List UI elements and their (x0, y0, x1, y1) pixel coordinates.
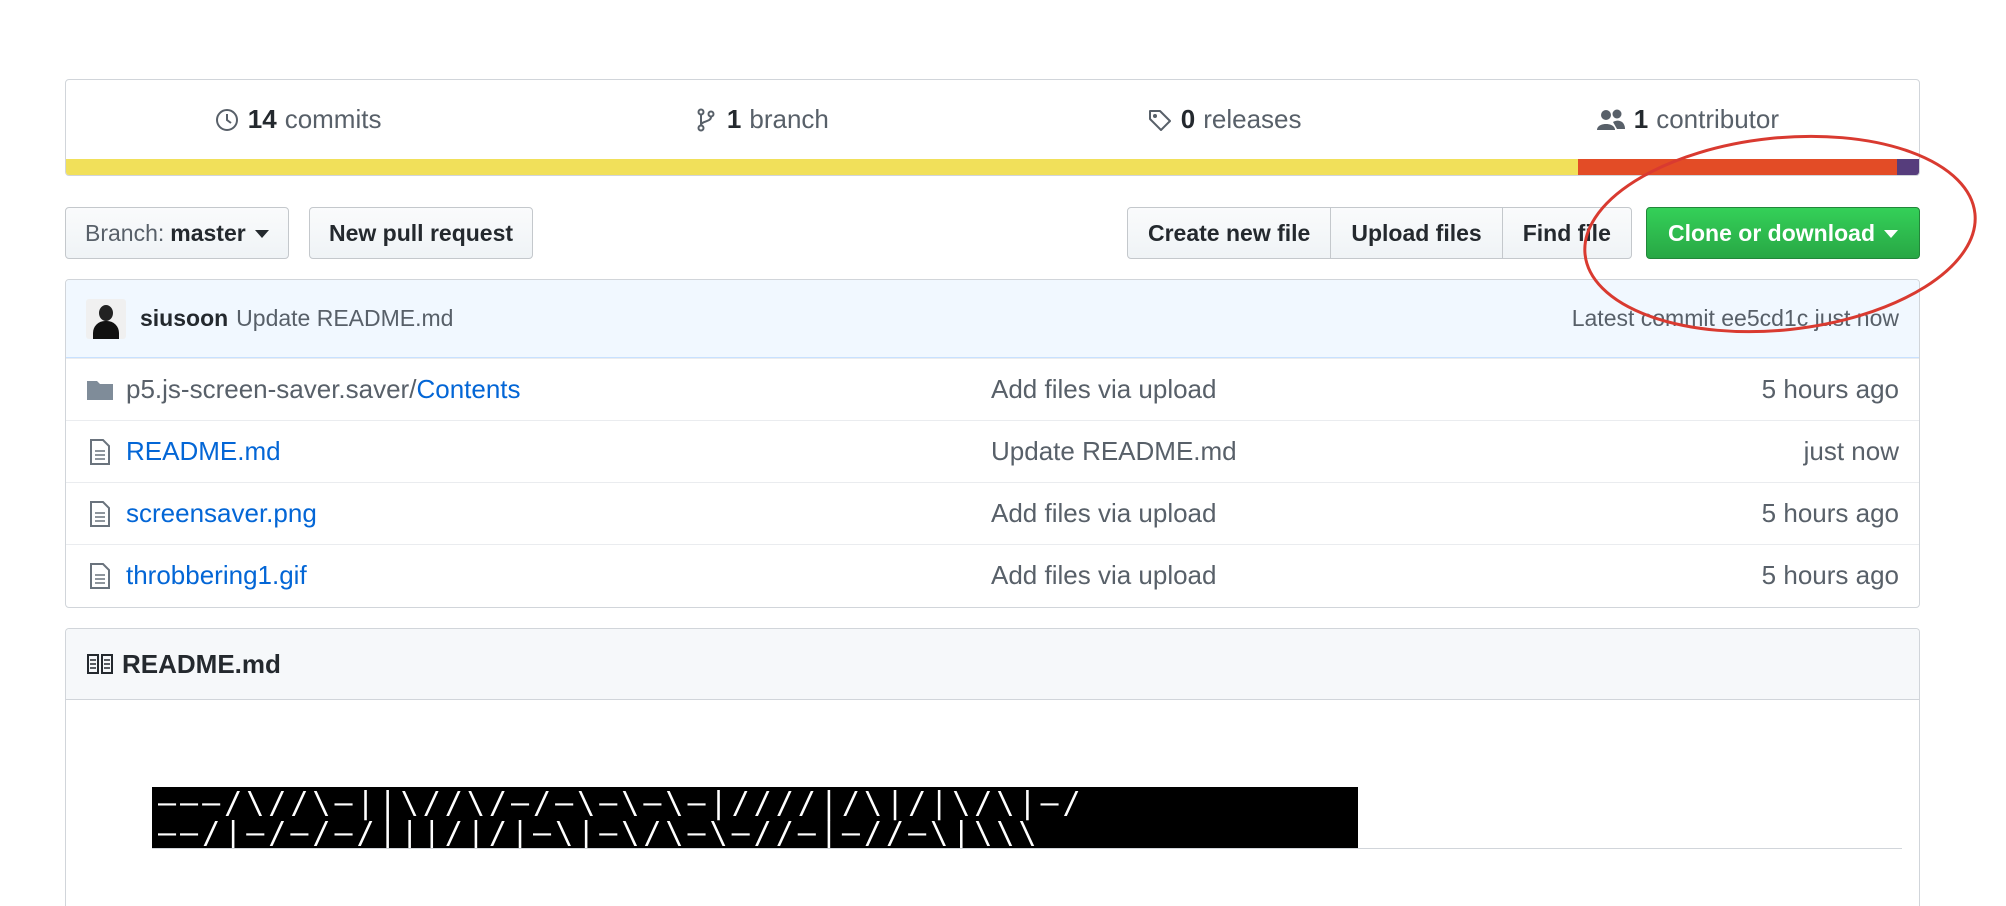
table-row: screensaver.png Add files via upload 5 h… (66, 482, 1919, 544)
branches-label: branch (749, 104, 829, 134)
branches-link[interactable]: 1 branch (529, 104, 992, 135)
releases-link[interactable]: 0 releases (993, 104, 1456, 135)
people-icon (1596, 109, 1625, 130)
clone-or-download-button[interactable]: Clone or download (1646, 207, 1920, 259)
image-text-line: ———/\//\—||\//\/—/—\—\—\—|////|/\|/|\/\|… (158, 787, 1085, 821)
language-segment[interactable] (66, 159, 1579, 175)
readme-panel: README.md ———/\//\—||\//\/—/—\—\—\—|////… (65, 628, 1920, 906)
commit-message-link[interactable]: Add files via upload (991, 560, 1762, 591)
avatar[interactable] (86, 298, 126, 339)
file-table: siusoon Update README.md Latest commit e… (65, 279, 1920, 608)
readme-title: README.md (122, 648, 281, 679)
language-bar[interactable] (66, 159, 1919, 175)
divider (152, 848, 1902, 849)
file-actions-group: Create new file Upload files Find file (1127, 207, 1632, 259)
create-new-file-button[interactable]: Create new file (1128, 208, 1330, 258)
latest-commit[interactable]: Latest commit ee5cd1c just now (1572, 305, 1899, 332)
image-text-line: ——/|—/—/—/|||/|/|—\|—\/\—\—//—|—//—\|\\\ (158, 816, 1041, 849)
commit-message[interactable]: Update README.md (236, 305, 453, 332)
releases-label: releases (1203, 104, 1302, 134)
new-pull-request-button[interactable]: New pull request (309, 207, 534, 259)
contributors-label: contributor (1656, 104, 1780, 134)
branch-name: master (170, 219, 246, 246)
commits-label: commits (284, 104, 382, 134)
find-file-button[interactable]: Find file (1501, 208, 1631, 258)
file-link[interactable]: throbbering1.gif (126, 560, 307, 591)
folder-icon (86, 376, 114, 404)
branch-prefix: Branch: (85, 219, 165, 246)
caret-down-icon (254, 230, 269, 238)
readme-screensaver-image: ———/\//\—||\//\/—/—\—\—\—|////|/\|/|\/\|… (152, 787, 1358, 849)
file-age: 5 hours ago (1761, 498, 1899, 528)
readme-header: README.md (66, 629, 1919, 700)
file-age: 5 hours ago (1761, 560, 1899, 590)
branch-icon (697, 108, 715, 131)
upload-files-button[interactable]: Upload files (1330, 208, 1501, 258)
contributors-link[interactable]: 1 contributor (1456, 104, 1919, 135)
repo-page: 14 commits 1 branch 0 releases 1 contrib… (0, 0, 2006, 906)
commits-link[interactable]: 14 commits (66, 104, 529, 135)
commit-message-link[interactable]: Add files via upload (991, 374, 1762, 405)
language-segment[interactable] (1578, 159, 1897, 175)
branches-count: 1 (726, 104, 742, 134)
file-icon (86, 438, 114, 466)
contributors-count: 1 (1633, 104, 1649, 134)
caret-down-icon (1884, 230, 1898, 238)
language-segment[interactable] (1896, 159, 1919, 175)
commit-tease: siusoon Update README.md Latest commit e… (66, 280, 1919, 358)
file-link[interactable]: README.md (126, 436, 281, 467)
numbers-summary: 14 commits 1 branch 0 releases 1 contrib… (65, 79, 1920, 176)
releases-count: 0 (1180, 104, 1196, 134)
book-icon (87, 654, 113, 674)
clone-label: Clone or download (1668, 219, 1875, 246)
table-row: p5.js-screen-saver.saver/Contents Add fi… (66, 358, 1919, 420)
commits-count: 14 (247, 104, 277, 134)
commit-author[interactable]: siusoon (140, 305, 228, 332)
file-path: p5.js-screen-saver.saver/ (126, 374, 417, 404)
file-link[interactable]: Contents (416, 374, 520, 405)
file-icon (86, 500, 114, 528)
file-link[interactable]: screensaver.png (126, 498, 317, 529)
table-row: throbbering1.gif Add files via upload 5 … (66, 544, 1919, 606)
branch-select-button[interactable]: Branch: master (65, 207, 289, 259)
file-age: 5 hours ago (1761, 374, 1899, 404)
commit-message-link[interactable]: Add files via upload (991, 498, 1762, 529)
table-row: README.md Update README.md just now (66, 420, 1919, 482)
file-icon (86, 562, 114, 590)
history-icon (215, 108, 238, 131)
file-age: just now (1803, 436, 1899, 466)
commit-message-link[interactable]: Update README.md (991, 436, 1804, 467)
tag-icon (1148, 109, 1171, 131)
